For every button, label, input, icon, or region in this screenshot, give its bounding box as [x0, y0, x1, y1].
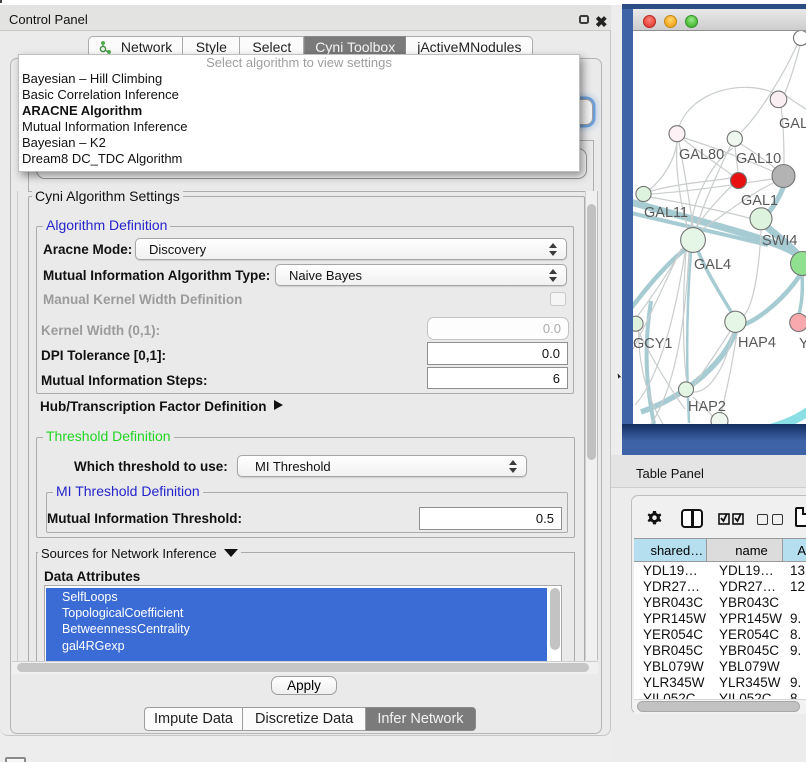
svg-text:GAL: GAL: [779, 116, 806, 132]
svg-text:GAL11: GAL11: [644, 205, 688, 221]
svg-text:GCY1: GCY1: [633, 336, 673, 352]
svg-text:GAL1: GAL1: [741, 193, 778, 209]
svg-text:SWI4: SWI4: [762, 233, 797, 249]
svg-text:GAL4: GAL4: [694, 257, 731, 273]
svg-text:HAP2: HAP2: [688, 399, 726, 415]
svg-text:GAL80: GAL80: [679, 147, 724, 163]
svg-text:HAP4: HAP4: [738, 335, 776, 351]
svg-text:Y: Y: [799, 336, 806, 352]
svg-text:GAL10: GAL10: [736, 151, 781, 167]
